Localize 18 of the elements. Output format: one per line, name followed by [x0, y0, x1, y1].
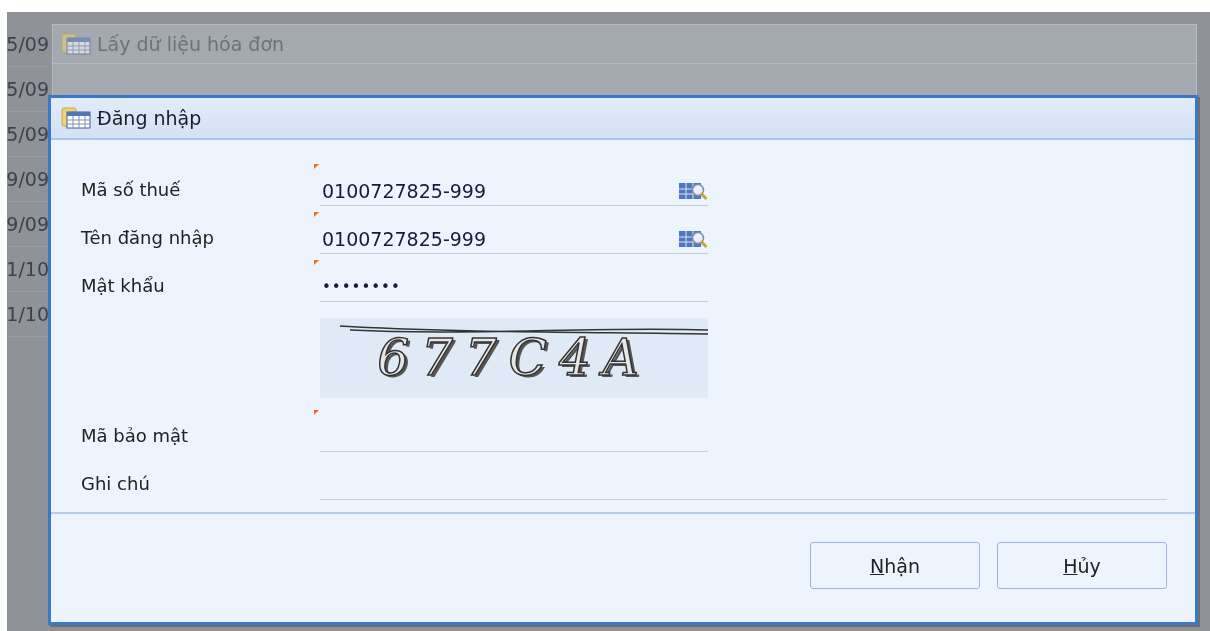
input-field[interactable]: 0100727825-999 [320, 179, 678, 202]
field-label: Ghi chú [81, 473, 151, 496]
cancel-button[interactable]: Hủy [997, 542, 1167, 589]
date-cell: 5/09 [7, 22, 49, 67]
field-label: Tên đăng nhập [81, 227, 215, 250]
lookup-icon[interactable] [678, 228, 708, 249]
lookup-icon[interactable] [678, 180, 708, 201]
field-label: Mã bảo mật [81, 425, 190, 448]
table-icon [61, 107, 91, 129]
captcha-image: 677C4A [320, 318, 708, 398]
input-field[interactable]: 0100727825-999 [320, 227, 678, 250]
dialog-title: Đăng nhập [97, 107, 202, 129]
ok-button[interactable]: Nhận [810, 542, 980, 589]
input-field[interactable]: •••••••• [320, 277, 708, 296]
field-label: Mật khẩu [81, 275, 166, 298]
table-icon [61, 33, 91, 55]
window-title: Lấy dữ liệu hóa đơn [97, 33, 285, 55]
field-label: Mã số thuế [81, 179, 182, 202]
